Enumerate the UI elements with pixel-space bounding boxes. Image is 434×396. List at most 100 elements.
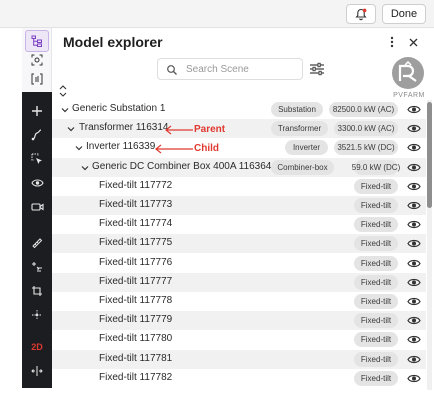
collapse-all-icon[interactable] bbox=[58, 84, 68, 98]
eye-icon[interactable] bbox=[407, 219, 421, 230]
search-icon bbox=[167, 65, 177, 75]
route-icon bbox=[31, 129, 42, 141]
add-tool[interactable] bbox=[22, 100, 52, 122]
select-icon bbox=[31, 153, 42, 164]
kebab-menu-icon bbox=[390, 36, 394, 48]
search-box bbox=[157, 58, 303, 80]
mode-2d-toggle[interactable]: 2D bbox=[22, 336, 52, 358]
row-label: Fixed-tilt 117773 bbox=[99, 199, 173, 210]
tree-row[interactable]: Inverter 116339 Inverter 3521.5 kW (DC) bbox=[52, 138, 426, 157]
tree-row[interactable]: Fixed-tilt 117779 Fixed-tilt bbox=[52, 311, 426, 331]
eye-icon[interactable] bbox=[407, 373, 421, 384]
row-label: Fixed-tilt 117780 bbox=[99, 333, 173, 345]
close-icon bbox=[409, 38, 417, 46]
snap-tool[interactable] bbox=[22, 256, 52, 278]
more-options-button[interactable] bbox=[386, 34, 398, 50]
row-label: Fixed-tilt 117774 bbox=[99, 218, 173, 230]
tree-row[interactable]: Fixed-tilt 117777 Fixed-tilt bbox=[52, 272, 426, 292]
chevron-down-icon[interactable] bbox=[66, 124, 76, 134]
row-label: Fixed-tilt 117777 bbox=[99, 275, 173, 287]
capacity-badge: 3300.0 kW (AC) bbox=[334, 121, 398, 137]
panel-title: Model explorer bbox=[63, 34, 163, 50]
tree-row[interactable]: Fixed-tilt 117778 Fixed-tilt bbox=[52, 292, 426, 311]
tree-row[interactable]: Fixed-tilt 117776 Fixed-tilt bbox=[52, 254, 426, 273]
tree-row[interactable]: Fixed-tilt 117773 Fixed-tilt bbox=[52, 196, 426, 215]
row-label: Fixed-tilt 117772 bbox=[99, 179, 173, 191]
plus-icon bbox=[32, 106, 42, 116]
chevron-down-icon[interactable] bbox=[60, 105, 70, 115]
left-toolbar-top bbox=[22, 28, 52, 92]
done-button[interactable]: Done bbox=[382, 4, 426, 24]
bell-add-icon bbox=[355, 8, 367, 20]
crop-tool[interactable] bbox=[22, 280, 52, 302]
close-button[interactable] bbox=[406, 34, 420, 50]
eye-icon[interactable] bbox=[407, 181, 421, 192]
split-icon bbox=[31, 366, 43, 376]
route-tool[interactable] bbox=[22, 124, 52, 146]
eye-icon[interactable] bbox=[407, 162, 421, 173]
parent-annotation: Parent bbox=[194, 124, 226, 135]
tree-row[interactable]: Fixed-tilt 117775 Fixed-tilt bbox=[52, 234, 426, 254]
row-label: Generic DC Combiner Box 400A 116364 bbox=[92, 160, 272, 172]
capacity-badge: 82500.0 kW (AC) bbox=[329, 102, 398, 117]
eye-icon bbox=[30, 179, 44, 187]
tree-row[interactable]: Fixed-tilt 117772 Fixed-tilt bbox=[52, 177, 426, 196]
eye-icon[interactable] bbox=[407, 104, 421, 115]
move-icon bbox=[32, 310, 42, 320]
type-badge: Fixed-tilt bbox=[354, 294, 398, 309]
row-label: Fixed-tilt 117782 bbox=[99, 371, 173, 383]
eye-icon[interactable] bbox=[407, 238, 421, 249]
eye-icon[interactable] bbox=[407, 334, 421, 345]
left-toolbar: 2D bbox=[22, 92, 52, 388]
tree-row[interactable]: Fixed-tilt 117782 Fixed-tilt bbox=[52, 369, 426, 388]
measure-tool[interactable] bbox=[22, 232, 52, 254]
camera-icon bbox=[30, 203, 44, 211]
type-badge: Transformer bbox=[271, 121, 328, 137]
parent-arrow bbox=[165, 125, 193, 135]
split-tool[interactable] bbox=[22, 360, 52, 382]
tree-row[interactable]: Generic Substation 1 Substation 82500.0 kW… bbox=[52, 100, 426, 119]
search-input[interactable] bbox=[186, 61, 298, 77]
tree-row[interactable]: Fixed-tilt 117780 Fixed-tilt bbox=[52, 330, 426, 349]
eye-icon[interactable] bbox=[407, 200, 421, 211]
eye-icon[interactable] bbox=[407, 315, 421, 326]
child-arrow bbox=[155, 144, 193, 154]
pvfarm-logo bbox=[392, 57, 424, 89]
eye-icon[interactable] bbox=[407, 296, 421, 307]
ruler-icon bbox=[32, 238, 43, 249]
move-tool[interactable] bbox=[22, 304, 52, 326]
focus-icon bbox=[31, 54, 43, 66]
type-badge: Fixed-tilt bbox=[354, 274, 398, 290]
tree-row[interactable]: Transformer 116314 Transformer 3300.0 kW (… bbox=[52, 119, 426, 139]
filter-sliders-icon[interactable] bbox=[309, 61, 325, 77]
row-label: Fixed-tilt 117776 bbox=[99, 256, 173, 268]
tree-row[interactable]: Fixed-tilt 117774 Fixed-tilt bbox=[52, 215, 426, 234]
eye-icon[interactable] bbox=[407, 142, 421, 153]
chevron-down-icon[interactable] bbox=[80, 163, 90, 173]
row-label: Fixed-tilt 117775 bbox=[99, 237, 173, 249]
row-label: Transformer 116314 bbox=[79, 122, 169, 134]
type-badge: Fixed-tilt bbox=[354, 236, 398, 252]
type-badge: Fixed-tilt bbox=[354, 313, 398, 329]
bracket-tool[interactable] bbox=[22, 68, 52, 90]
model-tree: Generic Substation 1 Substation 82500.0 kW… bbox=[52, 100, 426, 392]
capacity-badge: 3521.5 kW (DC) bbox=[334, 140, 398, 156]
tree-row[interactable]: Fixed-tilt 117781 Fixed-tilt bbox=[52, 349, 426, 369]
camera-tool[interactable] bbox=[22, 196, 52, 218]
select-tool[interactable] bbox=[22, 148, 52, 170]
eye-icon[interactable] bbox=[407, 123, 421, 134]
notification-button[interactable] bbox=[346, 4, 376, 24]
row-label: Generic Substation 1 bbox=[72, 103, 166, 114]
visibility-tool[interactable] bbox=[22, 172, 52, 194]
top-bar: Done bbox=[0, 0, 434, 28]
scrollbar-thumb[interactable] bbox=[427, 102, 432, 208]
eye-icon[interactable] bbox=[407, 258, 421, 269]
logo-text: PVFARM bbox=[393, 92, 425, 99]
row-label: Fixed-tilt 117779 bbox=[99, 314, 173, 326]
eye-icon[interactable] bbox=[407, 354, 421, 365]
eye-icon[interactable] bbox=[407, 277, 421, 288]
chevron-down-icon[interactable] bbox=[74, 143, 84, 153]
type-badge: Fixed-tilt bbox=[354, 351, 398, 367]
tree-row[interactable]: Generic DC Combiner Box 400A 116364 Combi… bbox=[52, 157, 426, 177]
child-annotation: Child bbox=[194, 143, 219, 154]
